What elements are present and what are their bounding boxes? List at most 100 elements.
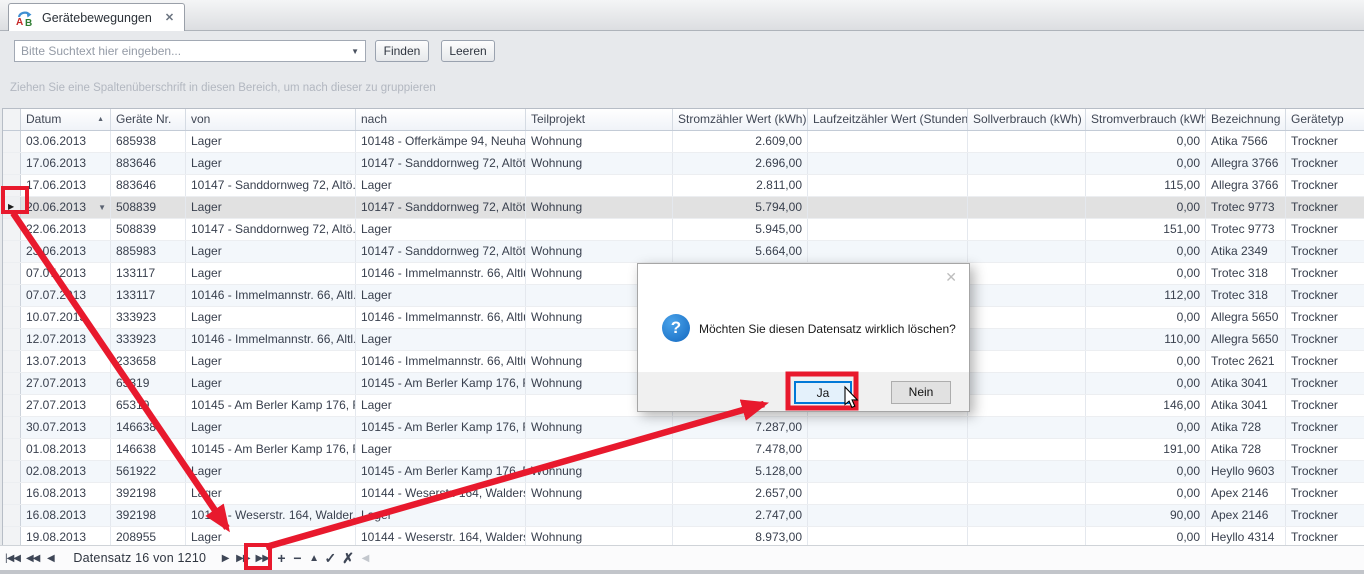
nav-edit-button[interactable]: ▲ (309, 553, 319, 564)
column-header-teilprojekt[interactable]: Teilprojekt (526, 109, 673, 130)
cell-soll (968, 153, 1086, 174)
nav-prior-button[interactable]: ◀ (45, 553, 55, 564)
cell-nach: Lager (356, 285, 526, 306)
cell-nach: 10145 - Am Berler Kamp 176, Röd... (356, 461, 526, 482)
cell-nach: 10146 - Immelmannstr. 66, Altluß... (356, 263, 526, 284)
table-row[interactable]: 22.06.201350883910147 - Sanddornweg 72, … (3, 219, 1364, 241)
tab-title: Gerätebewegungen (42, 11, 152, 25)
cell-datum: 17.06.2013 (21, 153, 111, 174)
dialog-close-icon[interactable]: ✕ (945, 269, 957, 286)
cell-stromverbrauch: 112,00 (1086, 285, 1206, 306)
search-dropdown-icon[interactable]: ▼ (351, 47, 359, 56)
find-button[interactable]: Finden (375, 40, 429, 62)
cell-laufzeit (808, 461, 968, 482)
column-header-label: Stromzähler Wert (kWh) (678, 112, 806, 126)
cell-nr: 146638 (111, 417, 186, 438)
tab-geraetebewegungen[interactable]: A B Gerätebewegungen ✕ (8, 3, 185, 31)
cell-stromzaehler: 2.811,00 (673, 175, 808, 196)
cell-teilprojekt: Wohnung (526, 483, 673, 504)
cell-von: Lager (186, 461, 356, 482)
nav-last-button[interactable]: ▶▶| (256, 553, 271, 564)
cell-nach: 10145 - Am Berler Kamp 176, Röd... (356, 417, 526, 438)
row-indicator-cell (3, 219, 21, 240)
cell-nr: 65319 (111, 373, 186, 394)
cell-nach: 10146 - Immelmannstr. 66, Altluß... (356, 351, 526, 372)
column-header-typ[interactable]: Gerätetyp (1286, 109, 1364, 130)
confirm-delete-dialog: ✕ ? Möchten Sie diesen Datensatz wirklic… (637, 263, 970, 412)
cell-nach: 10147 - Sanddornweg 72, Altötting (356, 197, 526, 218)
nav-cancel-button[interactable]: ✗ (342, 550, 354, 567)
cell-typ: Trockner (1286, 241, 1364, 262)
cell-datum: 13.07.2013 (21, 351, 111, 372)
cell-soll (968, 439, 1086, 460)
table-row[interactable]: 02.08.2013561922Lager10145 - Am Berler K… (3, 461, 1364, 483)
table-row[interactable]: 16.08.2013392198Lager10144 - Weserstr. 1… (3, 483, 1364, 505)
cell-datum: 17.06.2013 (21, 175, 111, 196)
no-button[interactable]: Nein (891, 381, 951, 404)
cell-laufzeit (808, 417, 968, 438)
cell-stromverbrauch: 0,00 (1086, 373, 1206, 394)
table-row[interactable]: 17.06.2013883646Lager10147 - Sanddornweg… (3, 153, 1364, 175)
cell-soll (968, 417, 1086, 438)
cell-typ: Trockner (1286, 439, 1364, 460)
search-input[interactable] (15, 41, 351, 61)
cell-soll (968, 351, 1086, 372)
nav-insert-button[interactable]: + (277, 550, 287, 566)
tab-close-icon[interactable]: ✕ (165, 11, 174, 24)
table-row[interactable]: 03.06.2013685938Lager10148 - Offerkämpe … (3, 131, 1364, 153)
cell-nach: Lager (356, 219, 526, 240)
clear-button[interactable]: Leeren (441, 40, 495, 62)
cell-soll (968, 483, 1086, 504)
cell-teilprojekt (526, 219, 673, 240)
column-header-bezeichnung[interactable]: Bezeichnung (1206, 109, 1286, 130)
yes-button[interactable]: Ja (794, 381, 852, 404)
column-header-soll[interactable]: Sollverbrauch (kWh) (968, 109, 1086, 130)
table-row[interactable]: 01.08.201314663810145 - Am Berler Kamp 1… (3, 439, 1364, 461)
table-row[interactable]: 30.07.2013146638Lager10145 - Am Berler K… (3, 417, 1364, 439)
cell-bezeichnung: Allegra 3766 (1206, 153, 1286, 174)
table-row[interactable]: 17.06.201388364610147 - Sanddornweg 72, … (3, 175, 1364, 197)
column-header-nach[interactable]: nach (356, 109, 526, 130)
cell-datum: 16.08.2013 (21, 505, 111, 526)
row-indicator-cell (3, 131, 21, 152)
svg-text:A: A (16, 17, 23, 26)
column-header-nr[interactable]: Geräte Nr. (111, 109, 186, 130)
cell-typ: Trockner (1286, 197, 1364, 218)
column-header-stromzaehler[interactable]: Stromzähler Wert (kWh) (673, 109, 808, 130)
nav-delete-button[interactable]: − (293, 550, 303, 566)
table-row[interactable]: ▶20.06.2013▼508839Lager10147 - Sanddornw… (3, 197, 1364, 219)
column-header-stromverbrauch[interactable]: Stromverbrauch (kWh) (1086, 109, 1206, 130)
cell-laufzeit (808, 219, 968, 240)
column-header-datum[interactable]: Datum▲ (21, 109, 111, 130)
cell-soll (968, 329, 1086, 350)
date-dropdown-icon[interactable]: ▼ (98, 198, 106, 218)
cell-stromzaehler: 2.609,00 (673, 131, 808, 152)
nav-first-button[interactable]: |◀◀ (5, 553, 20, 564)
cell-teilprojekt: Wohnung (526, 417, 673, 438)
column-header-laufzeit[interactable]: Laufzeitzähler Wert (Stunden) (808, 109, 968, 130)
dialog-message: Möchten Sie diesen Datensatz wirklich lö… (699, 322, 956, 336)
table-row[interactable]: 23.06.2013885983Lager10147 - Sanddornweg… (3, 241, 1364, 263)
cell-stromzaehler: 5.945,00 (673, 219, 808, 240)
nav-post-button[interactable]: ✓ (325, 550, 337, 567)
nav-prior-page-button[interactable]: ◀◀ (26, 553, 39, 564)
cell-stromzaehler: 7.287,00 (673, 417, 808, 438)
column-header-label: nach (361, 112, 387, 126)
cell-stromzaehler: 7.478,00 (673, 439, 808, 460)
cell-bezeichnung: Atika 3041 (1206, 373, 1286, 394)
nav-next-button[interactable]: ▶ (220, 553, 230, 564)
cell-stromverbrauch: 110,00 (1086, 329, 1206, 350)
cell-stromzaehler: 2.696,00 (673, 153, 808, 174)
cell-nr: 65319 (111, 395, 186, 416)
column-header-von[interactable]: von (186, 109, 356, 130)
cell-teilprojekt: Wohnung (526, 461, 673, 482)
cell-bezeichnung: Atika 3041 (1206, 395, 1286, 416)
nav-next-page-button[interactable]: ▶▶ (236, 553, 249, 564)
cell-nr: 885983 (111, 241, 186, 262)
row-indicator-cell (3, 175, 21, 196)
cell-stromzaehler: 5.128,00 (673, 461, 808, 482)
cell-bezeichnung: Apex 2146 (1206, 505, 1286, 526)
column-header-label: Teilprojekt (531, 112, 585, 126)
cell-typ: Trockner (1286, 329, 1364, 350)
table-row[interactable]: 16.08.201339219810144 - Weserstr. 164, W… (3, 505, 1364, 527)
